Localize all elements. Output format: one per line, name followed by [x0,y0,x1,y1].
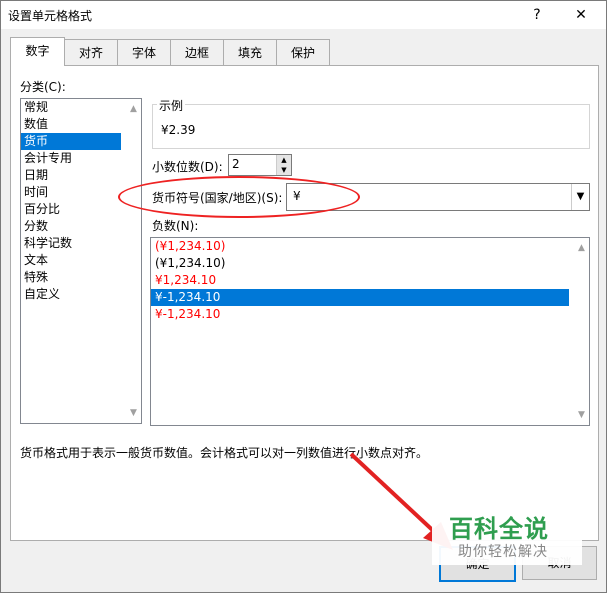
category-item[interactable]: 数值 [21,116,121,133]
negative-scrollbar[interactable]: ▲ ▼ [574,238,589,425]
scroll-up-icon[interactable]: ▲ [126,101,141,117]
annotation-ellipse [118,176,360,218]
negative-format-item[interactable]: (¥1,234.10) [151,255,569,272]
scroll-up-icon[interactable]: ▲ [574,240,589,256]
decimal-places-spinner[interactable]: 2 ▲ ▼ [228,154,292,176]
decimal-places-value[interactable]: 2 [232,157,240,171]
negative-format-item[interactable]: (¥1,234.10) [151,238,569,255]
watermark-badge: 百科全说 助你轻松解决 [432,507,582,565]
tab-fill[interactable]: 填充 [223,39,277,66]
decimal-places-label: 小数位数(D): [152,160,223,174]
category-scrollbar[interactable]: ▲ ▼ [126,99,141,423]
category-item[interactable]: 特殊 [21,269,121,286]
scroll-down-icon[interactable]: ▼ [574,407,589,423]
spin-up-icon[interactable]: ▲ [277,155,291,165]
category-item[interactable]: 日期 [21,167,121,184]
category-item[interactable]: 常规 [21,99,121,116]
category-item[interactable]: 文本 [21,252,121,269]
negative-numbers-label: 负数(N): [152,219,199,233]
close-button[interactable]: ✕ [561,3,601,27]
scroll-down-icon[interactable]: ▼ [126,405,141,421]
category-item[interactable]: 会计专用 [21,150,121,167]
category-item-selected[interactable]: 货币 [21,133,121,150]
tab-alignment[interactable]: 对齐 [64,39,118,66]
tab-font[interactable]: 字体 [117,39,171,66]
number-tab-panel: 分类(C): 常规 数值 货币 会计专用 日期 时间 百分比 分数 科学记数 文… [10,65,599,541]
negative-format-item[interactable]: ¥-1,234.10 [151,306,569,323]
negative-format-item[interactable]: ¥1,234.10 [151,272,569,289]
negative-format-item-selected[interactable]: ¥-1,234.10 [151,289,569,306]
category-item[interactable]: 自定义 [21,286,121,303]
help-button[interactable]: ? [517,3,557,27]
tab-protection[interactable]: 保护 [276,39,330,66]
category-item[interactable]: 科学记数 [21,235,121,252]
category-item[interactable]: 分数 [21,218,121,235]
sample-value: ¥2.39 [161,123,196,137]
category-item[interactable]: 时间 [21,184,121,201]
spin-down-icon[interactable]: ▼ [277,165,291,175]
watermark-subtitle: 助你轻松解决 [458,544,548,560]
sample-legend: 示例 [157,97,186,114]
tab-border[interactable]: 边框 [170,39,224,66]
category-list[interactable]: 常规 数值 货币 会计专用 日期 时间 百分比 分数 科学记数 文本 特殊 自定… [20,98,142,424]
negative-numbers-list[interactable]: (¥1,234.10) (¥1,234.10) ¥1,234.10 ¥-1,23… [150,237,590,426]
category-item[interactable]: 百分比 [21,201,121,218]
chevron-down-icon[interactable]: ▼ [571,184,589,210]
sample-group: 示例 ¥2.39 [152,97,590,149]
tab-number[interactable]: 数字 [10,37,65,66]
dialog-title: 设置单元格格式 [8,9,93,23]
title-bar: 设置单元格格式 ? ✕ [1,1,606,29]
category-label: 分类(C): [20,80,66,94]
watermark-title: 百科全说 [449,515,549,543]
format-cells-dialog: 设置单元格格式 ? ✕ 数字 对齐 字体 边框 填充 保护 分类(C): 常规 … [0,0,607,593]
